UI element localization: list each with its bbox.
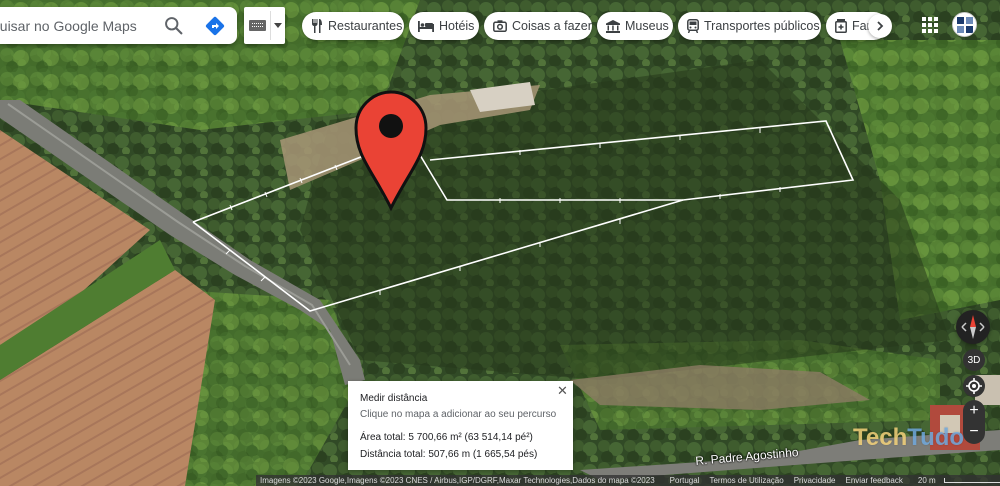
my-location-icon bbox=[966, 378, 982, 394]
privacy-link[interactable]: Privacidade bbox=[789, 476, 841, 485]
feedback-link[interactable]: Enviar feedback bbox=[841, 476, 908, 485]
measure-hint: Clique no mapa a adicionar ao seu percur… bbox=[360, 409, 557, 420]
close-icon[interactable]: ✕ bbox=[556, 384, 569, 397]
restaurant-icon bbox=[312, 19, 322, 33]
compass-button[interactable] bbox=[956, 310, 990, 344]
chip-hotels[interactable]: Hotéis bbox=[409, 12, 479, 40]
chip-label: Coisas a fazer bbox=[512, 19, 592, 33]
avatar[interactable] bbox=[952, 12, 977, 37]
chips-next-button[interactable] bbox=[868, 14, 892, 38]
camera-icon bbox=[493, 20, 507, 32]
watermark-logo: TechTudo bbox=[853, 424, 965, 451]
search-input[interactable] bbox=[0, 7, 152, 44]
measure-total-distance: Distância total: 507,66 m (1 665,54 pés) bbox=[360, 449, 538, 460]
compass-icon bbox=[961, 315, 985, 339]
keyboard-toggle-button[interactable] bbox=[244, 7, 285, 44]
country-link[interactable]: Portugal bbox=[665, 476, 705, 485]
chevron-right-icon bbox=[877, 21, 884, 31]
pharmacy-icon bbox=[835, 19, 847, 33]
terms-link[interactable]: Termos de Utilização bbox=[704, 476, 788, 485]
chip-label: Transportes públicos bbox=[704, 19, 820, 33]
chip-restaurants[interactable]: Restaurantes bbox=[302, 12, 404, 40]
imagery-attribution: Imagens ©2023 Google,Imagens ©2023 CNES … bbox=[260, 476, 655, 485]
my-location-button[interactable] bbox=[963, 375, 985, 397]
zoom-out-button[interactable]: − bbox=[963, 422, 985, 442]
measure-total-area: Área total: 5 700,66 m² (63 514,14 pé²) bbox=[360, 432, 533, 443]
chip-label: Museus bbox=[625, 19, 669, 33]
apps-grid-icon[interactable] bbox=[919, 14, 941, 36]
chip-things-to-do[interactable]: Coisas a fazer bbox=[484, 12, 592, 40]
museum-icon bbox=[606, 19, 620, 33]
scale-bar bbox=[943, 478, 1000, 483]
divider bbox=[270, 11, 271, 40]
chevron-down-icon[interactable] bbox=[274, 23, 282, 28]
zoom-in-button[interactable]: + bbox=[963, 401, 985, 421]
zoom-controls: + − bbox=[963, 400, 985, 444]
chip-public-transport[interactable]: Transportes públicos bbox=[678, 12, 821, 40]
keyboard-icon bbox=[249, 20, 266, 31]
chip-museums[interactable]: Museus bbox=[597, 12, 673, 40]
3d-toggle-button[interactable]: 3D bbox=[963, 349, 985, 371]
chip-label: Hotéis bbox=[439, 19, 475, 33]
measure-title: Medir distância bbox=[360, 393, 428, 404]
search-box bbox=[0, 7, 237, 44]
search-icon[interactable] bbox=[163, 15, 184, 36]
transit-icon bbox=[687, 19, 699, 33]
scale-label[interactable]: 20 m bbox=[908, 476, 1000, 485]
hotel-icon bbox=[418, 21, 434, 32]
directions-icon[interactable] bbox=[203, 14, 227, 38]
chip-label: Restaurantes bbox=[328, 19, 403, 33]
attribution-bar: Imagens ©2023 Google,Imagens ©2023 CNES … bbox=[256, 475, 1000, 486]
measure-distance-panel: ✕ Medir distância Clique no mapa a adici… bbox=[348, 381, 573, 470]
